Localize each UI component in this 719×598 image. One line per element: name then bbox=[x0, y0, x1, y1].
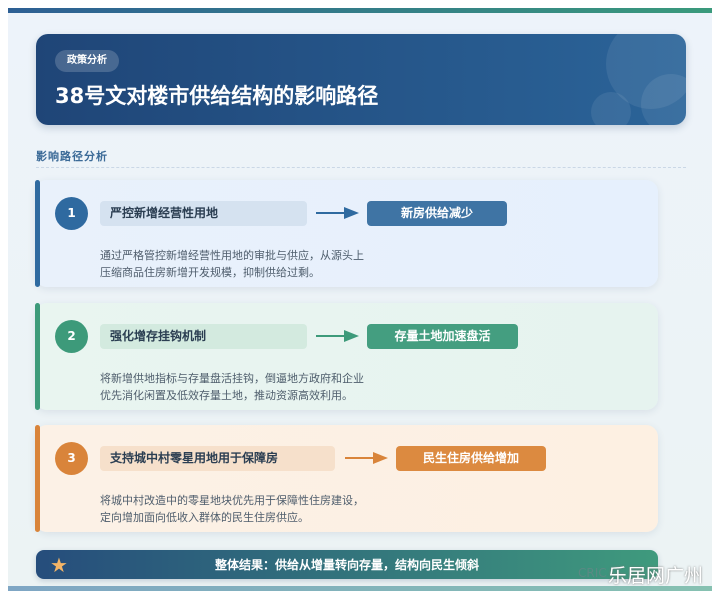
step-description: 通过严格管控新增经营性用地的审批与供应，从源头上 压缩商品住房新增开发规模，抑制供… bbox=[100, 247, 364, 281]
desc-line: 将新增供地指标与存量盘活挂钩，倒逼地方政府和企业 bbox=[100, 372, 364, 385]
step-number: 2 bbox=[55, 320, 88, 353]
path-card-3: 3 支持城中村零星用地用于保障房 民生住房供给增加 将城中村改造中的零星地块优先… bbox=[35, 425, 658, 532]
card-accent bbox=[35, 180, 40, 287]
card-accent bbox=[35, 425, 40, 532]
step-description: 将城中村改造中的零星地块优先用于保障性住房建设， 定向增加面向低收入群体的民生住房… bbox=[100, 492, 364, 526]
desc-line: 优先消化闲置及低效存量土地，推动资源高效利用。 bbox=[100, 389, 353, 402]
step-description: 将新增供地指标与存量盘活挂钩，倒逼地方政府和企业 优先消化闲置及低效存量土地，推动… bbox=[100, 370, 364, 404]
step-label: 支持城中村零星用地用于保障房 bbox=[100, 446, 335, 471]
arrow-right-icon bbox=[316, 330, 359, 342]
watermark-logo: 乐居网广州 bbox=[608, 565, 704, 587]
step-result: 民生住房供给增加 bbox=[396, 446, 546, 471]
step-number: 3 bbox=[55, 442, 88, 475]
step-result: 新房供给减少 bbox=[367, 201, 507, 226]
arrow-right-icon bbox=[316, 207, 359, 219]
section-title: 影响路径分析 bbox=[36, 150, 108, 163]
desc-line: 通过严格管控新增经营性用地的审批与供应，从源头上 bbox=[100, 249, 364, 262]
path-card-1: 1 严控新增经营性用地 新房供给减少 通过严格管控新增经营性用地的审批与供应，从… bbox=[35, 180, 658, 287]
step-label: 强化增存挂钩机制 bbox=[100, 324, 307, 349]
summary-banner: ★ 整体结果：供给从增量转向存量，结构向民生倾斜 bbox=[36, 550, 658, 579]
card-accent bbox=[35, 303, 40, 410]
page-title: 38号文对楼市供给结构的影响路径 bbox=[55, 84, 379, 108]
category-tag: 政策分析 bbox=[55, 50, 119, 72]
step-label: 严控新增经营性用地 bbox=[100, 201, 307, 226]
decorative-circle bbox=[591, 92, 631, 125]
bottom-accent-bar bbox=[8, 586, 712, 591]
watermark-cric: CRIC bbox=[578, 566, 607, 580]
desc-line: 定向增加面向低收入群体的民生住房供应。 bbox=[100, 511, 309, 524]
step-number: 1 bbox=[55, 197, 88, 230]
desc-line: 将城中村改造中的零星地块优先用于保障性住房建设， bbox=[100, 494, 364, 507]
desc-line: 压缩商品住房新增开发规模，抑制供给过剩。 bbox=[100, 266, 320, 279]
summary-text: 整体结果：供给从增量转向存量，结构向民生倾斜 bbox=[214, 558, 479, 572]
header-banner: 政策分析 38号文对楼市供给结构的影响路径 bbox=[36, 34, 686, 125]
section-divider bbox=[36, 167, 686, 168]
step-result: 存量土地加速盘活 bbox=[367, 324, 518, 349]
path-card-2: 2 强化增存挂钩机制 存量土地加速盘活 将新增供地指标与存量盘活挂钩，倒逼地方政… bbox=[35, 303, 658, 410]
arrow-right-icon bbox=[345, 452, 388, 464]
